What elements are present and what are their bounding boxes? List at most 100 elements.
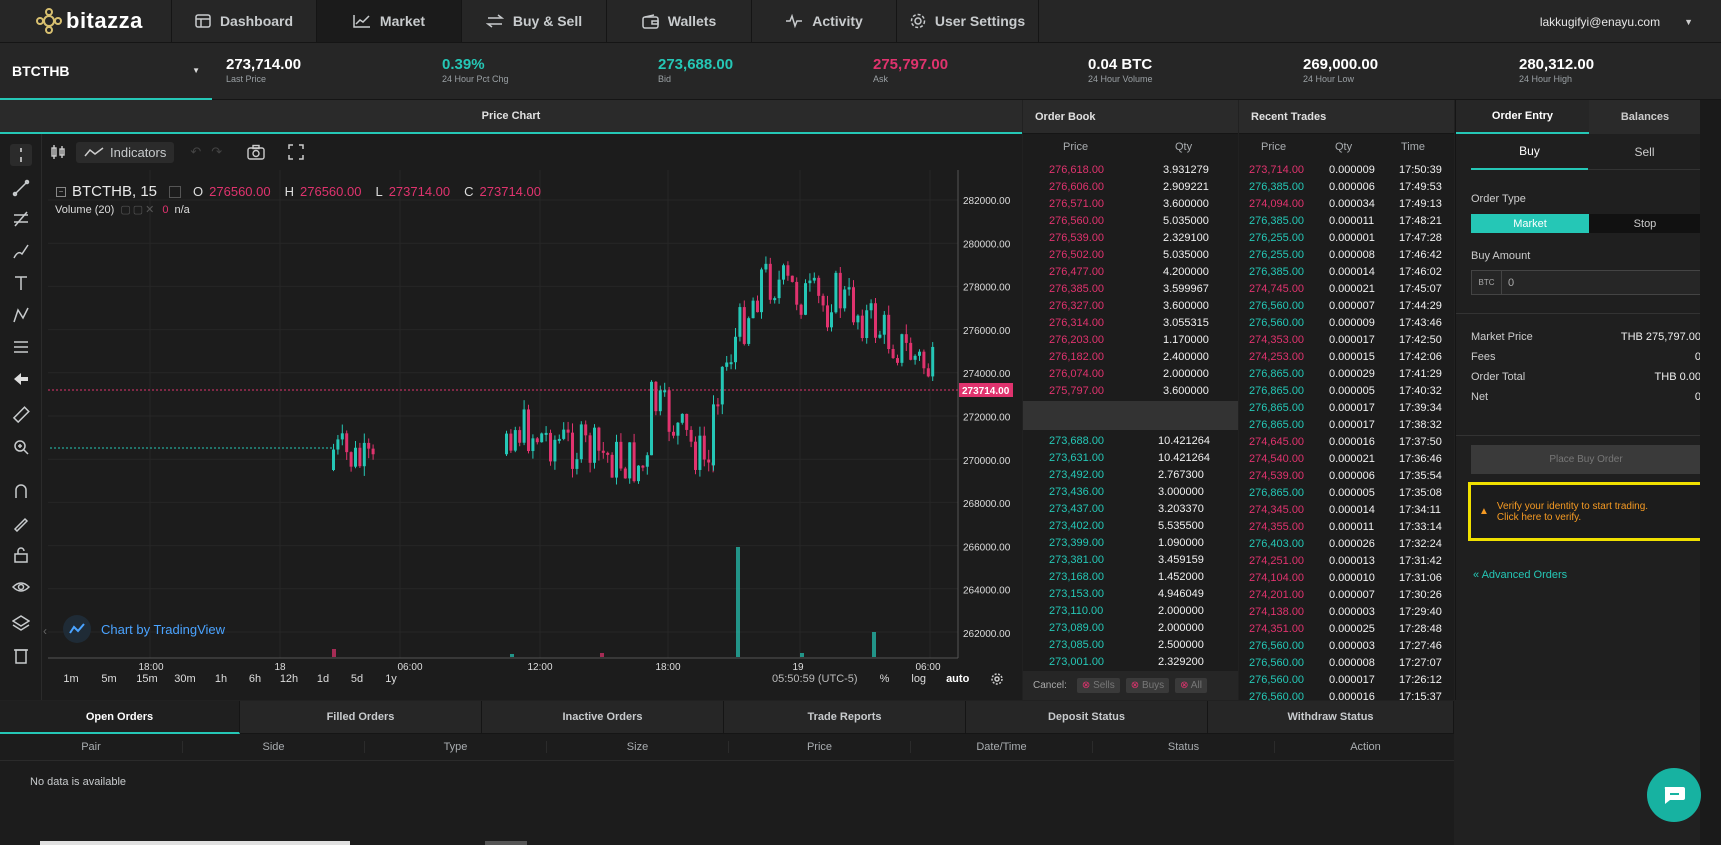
interval-1m[interactable]: 1m bbox=[52, 673, 90, 685]
redo-icon[interactable]: ↷ bbox=[211, 144, 222, 160]
chat-button[interactable] bbox=[1647, 768, 1701, 822]
ticker-stat-value: 273,688.00 bbox=[658, 56, 734, 73]
bid-row[interactable]: 273,110.00 2.000000 bbox=[1023, 602, 1238, 619]
cancel-sells-button[interactable]: ⊗ Sells bbox=[1076, 678, 1120, 693]
ask-row[interactable]: 276,618.00 3.931279 bbox=[1023, 161, 1238, 178]
interval-5m[interactable]: 5m bbox=[90, 673, 128, 685]
place-buy-order-button[interactable]: Place Buy Order bbox=[1471, 445, 1701, 474]
ask-row[interactable]: 276,571.00 3.600000 bbox=[1023, 195, 1238, 212]
bid-row[interactable]: 273,399.00 1.090000 bbox=[1023, 534, 1238, 551]
buy-tab[interactable]: Buy bbox=[1471, 134, 1588, 170]
candle-body bbox=[667, 390, 671, 432]
interval-12h[interactable]: 12h bbox=[272, 673, 306, 685]
tab-trade-reports[interactable]: Trade Reports bbox=[724, 701, 966, 734]
ask-row[interactable]: 276,477.00 4.200000 bbox=[1023, 263, 1238, 280]
tab-open-orders[interactable]: Open Orders bbox=[0, 701, 240, 734]
nav-tab-buy-sell[interactable]: Buy & Sell bbox=[462, 0, 607, 42]
bid-row[interactable]: 273,436.00 3.000000 bbox=[1023, 483, 1238, 500]
candles-icon[interactable] bbox=[50, 144, 66, 160]
percent-toggle[interactable]: % bbox=[880, 673, 890, 685]
bid-row[interactable]: 273,631.00 10.421264 bbox=[1023, 449, 1238, 466]
chart-settings-gear-icon[interactable] bbox=[991, 673, 1004, 685]
symbol-settings-icon[interactable] bbox=[169, 185, 182, 198]
chevron-left-icon[interactable]: ‹ bbox=[43, 624, 47, 638]
tab-inactive-orders[interactable]: Inactive Orders bbox=[482, 701, 724, 734]
tab-withdraw-status[interactable]: Withdraw Status bbox=[1208, 701, 1454, 734]
trade-row: 273,714.00 0.000009 17:50:39 bbox=[1239, 161, 1454, 178]
cancel-all-button[interactable]: ⊗ All bbox=[1175, 678, 1207, 693]
interval-6h[interactable]: 6h bbox=[238, 673, 272, 685]
candle-body bbox=[834, 272, 838, 313]
interval-30m[interactable]: 30m bbox=[166, 673, 204, 685]
cancel-x-icon: ⊗ bbox=[1081, 680, 1091, 691]
nav-tab-activity[interactable]: Activity bbox=[752, 0, 897, 42]
column-price: Price bbox=[728, 741, 910, 753]
buy-amount-input[interactable]: BTC 0 bbox=[1471, 270, 1701, 295]
bid-row[interactable]: 273,085.00 2.500000 bbox=[1023, 636, 1238, 653]
ask-row[interactable]: 276,327.00 3.600000 bbox=[1023, 297, 1238, 314]
ask-row[interactable]: 276,182.00 2.400000 bbox=[1023, 348, 1238, 365]
pair-selector[interactable]: BTCTHB ▼ bbox=[0, 43, 212, 100]
ask-row[interactable]: 276,560.00 5.035000 bbox=[1023, 212, 1238, 229]
ask-row[interactable]: 276,203.00 1.170000 bbox=[1023, 331, 1238, 348]
sell-tab[interactable]: Sell bbox=[1588, 134, 1701, 170]
column-size: Size bbox=[546, 741, 728, 753]
undo-icon[interactable]: ↶ bbox=[190, 144, 201, 160]
tab-filled-orders[interactable]: Filled Orders bbox=[240, 701, 482, 734]
candle-body bbox=[623, 468, 627, 479]
advanced-orders-link[interactable]: « Advanced Orders bbox=[1473, 569, 1567, 581]
brand-logo[interactable]: bitazza bbox=[0, 0, 172, 42]
tab-balances[interactable]: Balances bbox=[1589, 100, 1701, 134]
bid-row[interactable]: 273,492.00 2.767300 bbox=[1023, 466, 1238, 483]
nav-tab-wallets[interactable]: Wallets bbox=[607, 0, 752, 42]
ask-row[interactable]: 275,797.00 3.600000 bbox=[1023, 382, 1238, 399]
trade-time: 17:47:28 bbox=[1399, 231, 1442, 244]
nav-tab-market[interactable]: Market bbox=[317, 0, 462, 42]
market-order-button[interactable]: Market bbox=[1471, 214, 1589, 233]
interval-1h[interactable]: 1h bbox=[204, 673, 238, 685]
bid-row[interactable]: 273,688.00 10.421264 bbox=[1023, 432, 1238, 449]
bid-row[interactable]: 273,402.00 5.535500 bbox=[1023, 517, 1238, 534]
nav-tab-user-settings[interactable]: User Settings bbox=[897, 0, 1039, 42]
ask-row[interactable]: 276,502.00 5.035000 bbox=[1023, 246, 1238, 263]
bid-row[interactable]: 273,153.00 4.946049 bbox=[1023, 585, 1238, 602]
indicators-button[interactable]: Indicators bbox=[76, 141, 175, 163]
brand-name: bitazza bbox=[66, 8, 143, 33]
candlestick-chart[interactable]: 282000.00 280000.00 278000.00 276000.00 2740… bbox=[0, 170, 1022, 670]
nav-tab-dashboard[interactable]: Dashboard bbox=[172, 0, 317, 42]
page-scrollbar[interactable] bbox=[1700, 100, 1721, 845]
scroll-thumb[interactable] bbox=[485, 841, 527, 845]
log-toggle[interactable]: log bbox=[911, 673, 926, 685]
tab-order-entry[interactable]: Order Entry bbox=[1456, 100, 1589, 134]
stop-order-button[interactable]: Stop bbox=[1589, 214, 1701, 233]
bid-row[interactable]: 273,437.00 3.203370 bbox=[1023, 500, 1238, 517]
bid-row[interactable]: 273,168.00 1.452000 bbox=[1023, 568, 1238, 585]
ask-row[interactable]: 276,539.00 2.329100 bbox=[1023, 229, 1238, 246]
cancel-buys-button[interactable]: ⊗ Buys bbox=[1125, 678, 1170, 693]
ask-row[interactable]: 276,314.00 3.055315 bbox=[1023, 314, 1238, 331]
ask-row[interactable]: 276,385.00 3.599967 bbox=[1023, 280, 1238, 297]
collapse-icon[interactable]: − bbox=[56, 186, 66, 197]
interval-1d[interactable]: 1d bbox=[306, 673, 340, 685]
interval-5d[interactable]: 5d bbox=[340, 673, 374, 685]
cursor-tool-icon[interactable] bbox=[10, 144, 32, 166]
tab-deposit-status[interactable]: Deposit Status bbox=[966, 701, 1208, 734]
camera-icon[interactable] bbox=[246, 144, 266, 160]
horizontal-scrollbar[interactable] bbox=[40, 841, 350, 845]
user-menu[interactable]: lakkugifyi@enayu.com ▼ bbox=[1540, 0, 1693, 43]
trade-time: 17:40:32 bbox=[1399, 384, 1442, 397]
ask-row[interactable]: 276,074.00 2.000000 bbox=[1023, 365, 1238, 382]
candle-body bbox=[734, 336, 737, 363]
volume-controls-icon[interactable]: ▢▢✕ bbox=[120, 203, 156, 216]
verify-identity-banner[interactable]: ▲ Verify your identity to start trading.… bbox=[1468, 482, 1704, 541]
tradingview-attribution[interactable]: Chart by TradingView bbox=[63, 615, 225, 643]
interval-1y[interactable]: 1y bbox=[374, 673, 408, 685]
bid-row[interactable]: 273,381.00 3.459159 bbox=[1023, 551, 1238, 568]
fullscreen-icon[interactable] bbox=[288, 144, 304, 160]
ask-row[interactable]: 276,606.00 2.909221 bbox=[1023, 178, 1238, 195]
x-tick-label: 18 bbox=[274, 662, 286, 670]
interval-15m[interactable]: 15m bbox=[128, 673, 166, 685]
auto-toggle[interactable]: auto bbox=[946, 673, 969, 685]
bid-row[interactable]: 273,089.00 2.000000 bbox=[1023, 619, 1238, 636]
bid-row[interactable]: 273,001.00 2.329200 bbox=[1023, 653, 1238, 670]
